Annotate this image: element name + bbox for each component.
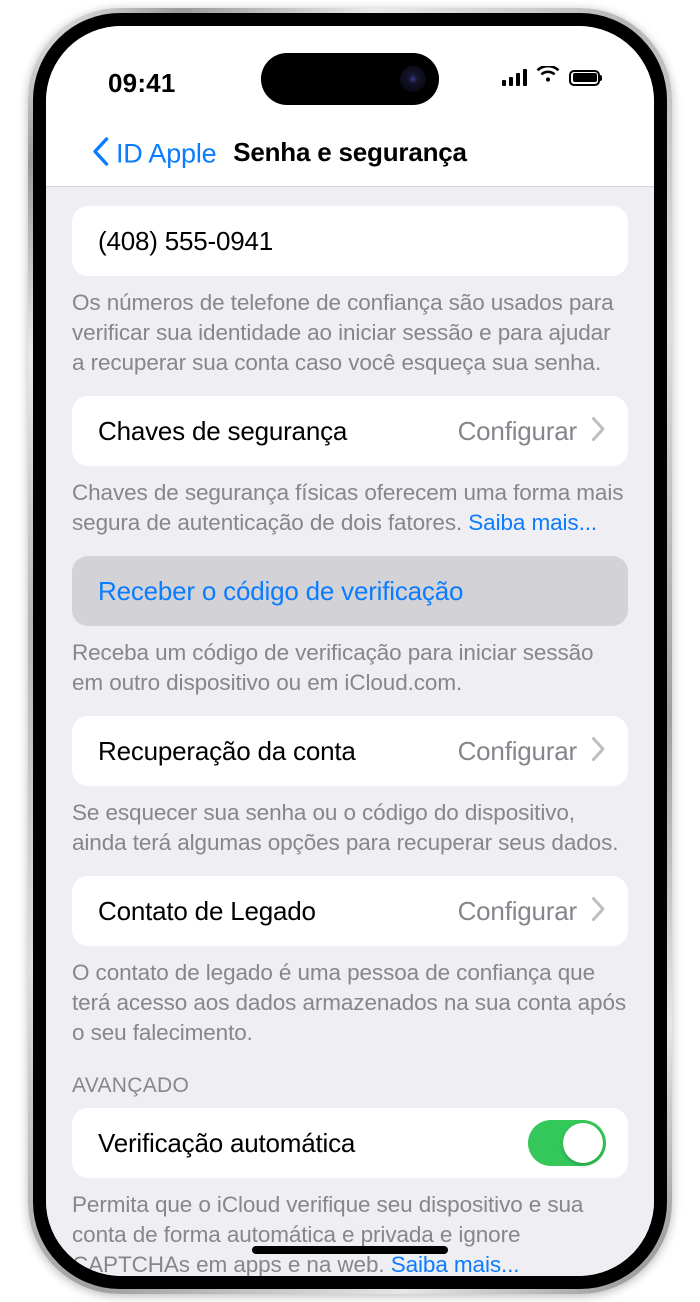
nav-bar: ID Apple Senha e segurança [46,122,654,187]
status-icons [502,64,600,89]
status-time: 09:41 [108,68,176,98]
legacy-contact-row[interactable]: Contato de Legado Configurar [72,876,628,946]
account-recovery-card: Recuperação da conta Configurar [72,716,628,786]
automatic-verification-row[interactable]: Verificação automática [72,1108,628,1178]
legacy-contact-value: Configurar [457,895,578,926]
account-recovery-label: Recuperação da conta [98,735,356,766]
back-button-label: ID Apple [116,138,217,169]
trusted-phone-card: (408) 555-0941 [72,206,628,276]
verification-code-row[interactable]: Receber o código de verificação [72,556,628,626]
battery-full-icon [569,69,600,86]
cellular-bars-icon [502,69,527,86]
advanced-section-header: AVANÇADO [72,1074,190,1097]
trusted-phone-number: (408) 555-0941 [98,225,273,256]
security-keys-learn-more-link[interactable]: Saiba mais... [468,510,597,535]
dynamic-island [261,53,439,105]
account-recovery-value: Configurar [457,735,578,766]
account-recovery-footnote: Se esquecer sua senha ou o código do dis… [72,800,619,855]
legacy-contact-label: Contato de Legado [98,895,316,926]
page-title: Senha e segurança [233,137,467,167]
phone-bezel: 09:41 ID Apple Senha e segurança (408) 5… [33,13,667,1289]
status-bar: 09:41 [46,26,654,122]
automatic-verification-toggle[interactable] [528,1120,606,1166]
settings-list[interactable]: (408) 555-0941 Os números de telefone de… [46,187,654,1276]
automatic-verification-footnote: Permita que o iCloud verifique seu dispo… [46,1178,654,1276]
automatic-verification-card: Verificação automática [72,1108,628,1178]
trusted-phone-row[interactable]: (408) 555-0941 [72,206,628,276]
home-indicator[interactable] [252,1246,448,1254]
security-keys-card: Chaves de segurança Configurar [72,396,628,466]
toggle-knob [563,1123,603,1163]
security-keys-label: Chaves de segurança [98,415,348,446]
verification-code-label: Receber o código de verificação [98,575,464,606]
chevron-left-icon [92,137,109,172]
chevron-right-icon [591,896,606,927]
security-keys-value: Configurar [457,415,578,446]
phone-screen: 09:41 ID Apple Senha e segurança (408) 5… [46,26,654,1276]
back-button[interactable]: ID Apple [92,137,217,172]
automatic-verification-learn-more-link[interactable]: Saiba mais... [391,1252,520,1276]
verification-code-card[interactable]: Receber o código de verificação [72,556,628,626]
wifi-icon [536,64,560,89]
verification-code-footnote: Receba um código de verificação para ini… [72,640,594,695]
legacy-contact-card: Contato de Legado Configurar [72,876,628,946]
automatic-verification-label: Verificação automática [98,1127,356,1158]
chevron-right-icon [591,736,606,767]
legacy-contact-footnote: O contato de legado é uma pessoa de conf… [72,960,627,1045]
security-keys-row[interactable]: Chaves de segurança Configurar [72,396,628,466]
security-keys-footnote: Chaves de segurança físicas oferecem uma… [46,466,654,538]
account-recovery-row[interactable]: Recuperação da conta Configurar [72,716,628,786]
trusted-phone-footnote: Os números de telefone de confiança são … [72,290,614,375]
phone-frame: 09:41 ID Apple Senha e segurança (408) 5… [28,8,672,1294]
chevron-right-icon [591,416,606,447]
front-camera-icon [400,66,426,92]
